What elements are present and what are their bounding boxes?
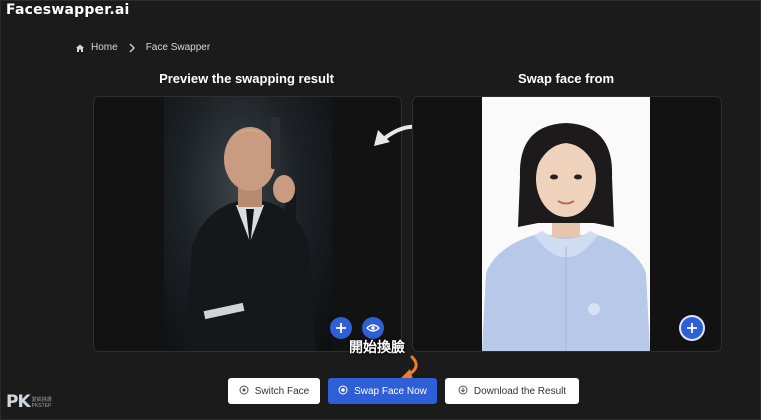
breadcrumb-home-link[interactable]: Home	[91, 42, 118, 53]
source-face-image	[482, 97, 650, 351]
download-result-button[interactable]: Download the Result	[445, 378, 579, 404]
switch-face-button[interactable]: Switch Face	[228, 378, 320, 404]
app-logo[interactable]: Faceswapper.ai	[6, 2, 130, 18]
pk-watermark-logo: PK 愛凱挑選 PKSTEP	[6, 392, 52, 412]
breadcrumb-current: Face Swapper	[145, 42, 211, 53]
swap-face-now-button[interactable]: Swap Face Now	[328, 378, 437, 404]
add-source-face-button[interactable]	[681, 317, 703, 339]
add-target-button[interactable]	[330, 317, 352, 339]
switch-icon	[239, 385, 249, 398]
download-icon	[458, 385, 468, 398]
swap-face-now-label: Swap Face Now	[354, 385, 427, 397]
watermark-sub2: PKSTEP	[31, 403, 52, 409]
preview-panel	[93, 96, 402, 352]
preview-eye-button[interactable]	[362, 317, 384, 339]
swap-icon	[338, 385, 348, 398]
download-result-label: Download the Result	[473, 385, 567, 397]
watermark-brand: PK	[6, 392, 31, 412]
home-icon[interactable]	[75, 43, 85, 53]
source-face-panel	[412, 96, 722, 352]
annotation-label: 開始換臉	[349, 340, 405, 356]
source-panel-title: Swap face from	[517, 71, 615, 86]
eye-icon	[366, 324, 380, 332]
preview-image	[164, 97, 332, 351]
chevron-right-icon	[128, 43, 136, 53]
preview-panel-title: Preview the swapping result	[159, 71, 334, 86]
switch-face-label: Switch Face	[254, 385, 310, 397]
breadcrumb: Home Face Swapper	[75, 42, 210, 53]
